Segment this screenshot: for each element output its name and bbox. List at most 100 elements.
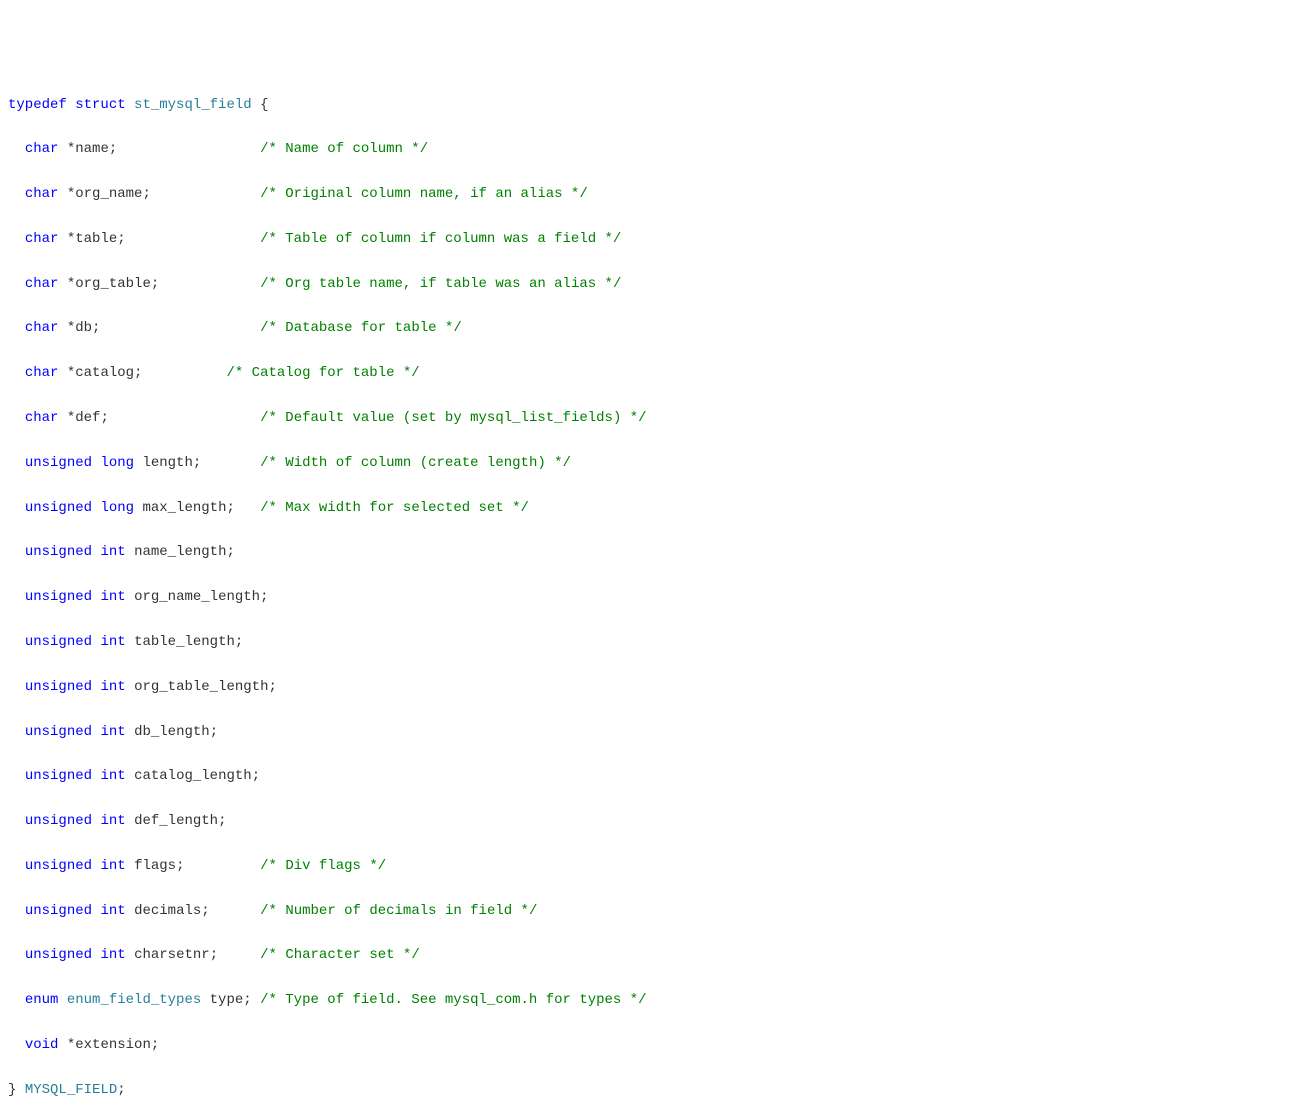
comment: /* Width of column (create length) */ <box>260 455 571 471</box>
identifier: db_length <box>134 724 210 740</box>
comment: /* Character set */ <box>260 947 420 963</box>
comment: /* Div flags */ <box>260 858 386 874</box>
code-line: unsigned int catalog_length; <box>8 765 1289 787</box>
keyword-int: int <box>100 813 125 829</box>
semicolon: ; <box>193 455 201 471</box>
comment: /* Database for table */ <box>260 320 462 336</box>
comment: /* Max width for selected set */ <box>260 500 529 516</box>
identifier: org_table_length <box>134 679 268 695</box>
pointer: * <box>67 1037 75 1053</box>
keyword-unsigned: unsigned <box>25 634 92 650</box>
semicolon: ; <box>210 947 218 963</box>
identifier: length <box>142 455 192 471</box>
semicolon: ; <box>109 141 117 157</box>
comment: /* Default value (set by mysql_list_fiel… <box>260 410 646 426</box>
identifier: type <box>210 992 244 1008</box>
identifier: org_name_length <box>134 589 260 605</box>
pointer: * <box>67 141 75 157</box>
semicolon: ; <box>134 365 142 381</box>
semicolon: ; <box>151 1037 159 1053</box>
keyword-unsigned: unsigned <box>25 858 92 874</box>
keyword-int: int <box>100 544 125 560</box>
code-line: unsigned int table_length; <box>8 631 1289 653</box>
code-line: unsigned int def_length; <box>8 810 1289 832</box>
keyword-unsigned: unsigned <box>25 724 92 740</box>
type-name: st_mysql_field <box>134 97 252 113</box>
keyword-char: char <box>25 141 59 157</box>
pointer: * <box>67 410 75 426</box>
pointer: * <box>67 320 75 336</box>
code-line: unsigned long max_length; /* Max width f… <box>8 497 1289 519</box>
code-line: char *table; /* Table of column if colum… <box>8 228 1289 250</box>
code-line: unsigned int org_name_length; <box>8 586 1289 608</box>
keyword-unsigned: unsigned <box>25 500 92 516</box>
pointer: * <box>67 231 75 247</box>
pointer: * <box>67 276 75 292</box>
comment: /* Number of decimals in field */ <box>260 903 537 919</box>
code-line: unsigned int decimals; /* Number of deci… <box>8 900 1289 922</box>
semicolon: ; <box>210 724 218 740</box>
identifier: def_length <box>134 813 218 829</box>
identifier: def <box>75 410 100 426</box>
identifier: org_table <box>75 276 151 292</box>
identifier: catalog <box>75 365 134 381</box>
semicolon: ; <box>142 186 150 202</box>
code-line: } MYSQL_FIELD; <box>8 1079 1289 1101</box>
pointer: * <box>67 186 75 202</box>
semicolon: ; <box>100 410 108 426</box>
identifier: name <box>75 141 109 157</box>
code-line: typedef struct st_mysql_field { <box>8 94 1289 116</box>
identifier: flags <box>134 858 176 874</box>
comment: /* Name of column */ <box>260 141 428 157</box>
identifier: decimals <box>134 903 201 919</box>
comment: /* Original column name, if an alias */ <box>260 186 588 202</box>
brace-open: { <box>260 97 268 113</box>
code-line: enum enum_field_types type; /* Type of f… <box>8 989 1289 1011</box>
identifier: name_length <box>134 544 226 560</box>
identifier: db <box>75 320 92 336</box>
keyword-int: int <box>100 634 125 650</box>
semicolon: ; <box>201 903 209 919</box>
keyword-char: char <box>25 231 59 247</box>
keyword-unsigned: unsigned <box>25 903 92 919</box>
semicolon: ; <box>92 320 100 336</box>
semicolon: ; <box>235 634 243 650</box>
identifier: catalog_length <box>134 768 252 784</box>
keyword-int: int <box>100 903 125 919</box>
keyword-unsigned: unsigned <box>25 679 92 695</box>
identifier: org_name <box>75 186 142 202</box>
semicolon: ; <box>243 992 251 1008</box>
comment: /* Catalog for table */ <box>226 365 419 381</box>
keyword-enum: enum <box>25 992 59 1008</box>
code-line: void *extension; <box>8 1034 1289 1056</box>
keyword-int: int <box>100 589 125 605</box>
keyword-int: int <box>100 858 125 874</box>
keyword-typedef: typedef <box>8 97 67 113</box>
semicolon: ; <box>117 1082 125 1098</box>
keyword-struct: struct <box>75 97 125 113</box>
code-line: char *catalog; /* Catalog for table */ <box>8 362 1289 384</box>
keyword-char: char <box>25 410 59 426</box>
comment: /* Table of column if column was a field… <box>260 231 621 247</box>
semicolon: ; <box>151 276 159 292</box>
semicolon: ; <box>252 768 260 784</box>
type-name: enum_field_types <box>67 992 201 1008</box>
type-name: MYSQL_FIELD <box>25 1082 117 1098</box>
keyword-void: void <box>25 1037 59 1053</box>
keyword-unsigned: unsigned <box>25 947 92 963</box>
keyword-int: int <box>100 724 125 740</box>
keyword-unsigned: unsigned <box>25 455 92 471</box>
brace-close: } <box>8 1082 16 1098</box>
keyword-char: char <box>25 186 59 202</box>
identifier: table_length <box>134 634 235 650</box>
semicolon: ; <box>268 679 276 695</box>
code-line: unsigned int charsetnr; /* Character set… <box>8 944 1289 966</box>
keyword-int: int <box>100 947 125 963</box>
code-line: unsigned int db_length; <box>8 721 1289 743</box>
identifier: extension <box>75 1037 151 1053</box>
code-line: char *name; /* Name of column */ <box>8 138 1289 160</box>
keyword-int: int <box>100 768 125 784</box>
comment: /* Org table name, if table was an alias… <box>260 276 621 292</box>
identifier: max_length <box>142 500 226 516</box>
semicolon: ; <box>260 589 268 605</box>
